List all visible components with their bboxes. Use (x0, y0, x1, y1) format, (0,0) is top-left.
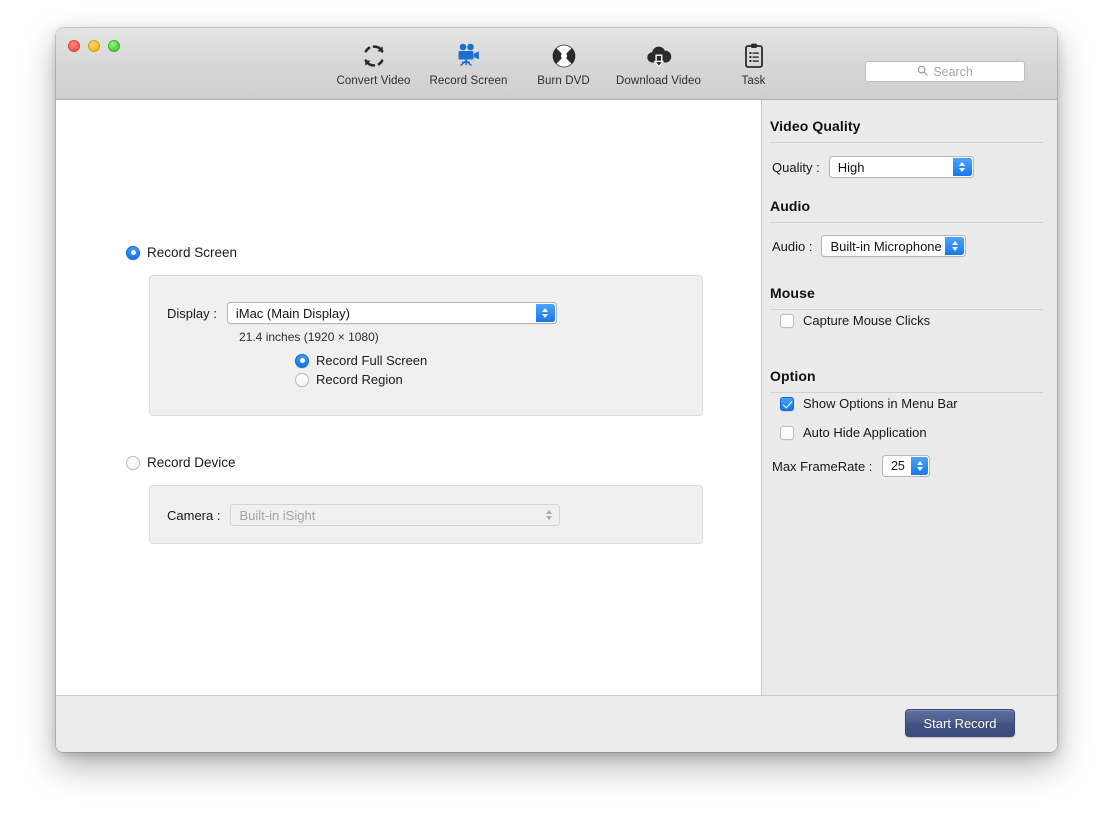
toolbar-item-convert-video[interactable]: Convert Video (326, 36, 421, 87)
toolbar-item-label: Download Video (616, 75, 701, 87)
settings-sidebar: Video Quality Quality : High Audio Audio… (762, 100, 1057, 695)
search-icon (917, 63, 928, 81)
record-screen-icon (454, 40, 484, 72)
section-divider (770, 309, 1043, 310)
capture-mouse-clicks-label: Capture Mouse Clicks (803, 313, 931, 328)
max-framerate-stepper[interactable]: 25 (882, 455, 931, 477)
max-framerate-row: Max FrameRate : 25 (772, 455, 931, 477)
toolbar-item-download-video[interactable]: Download Video (611, 36, 706, 87)
audio-select-value: Built-in Microphone (830, 238, 942, 254)
record-device-label: Record Device (147, 455, 236, 470)
toolbar-item-burn-dvd[interactable]: Burn DVD (516, 36, 611, 87)
window-body: Record Screen Display : iMac (Main Displ… (56, 100, 1057, 695)
section-title-mouse: Mouse (770, 285, 815, 301)
chevron-updown-icon (952, 158, 972, 176)
search-placeholder: Search (933, 64, 973, 79)
section-title-audio: Audio (770, 198, 811, 214)
window-footer: Start Record (56, 695, 1057, 752)
section-divider (770, 222, 1043, 223)
camera-select-value: Built-in iSight (239, 507, 316, 523)
show-options-in-menu-bar-label: Show Options in Menu Bar (803, 396, 958, 411)
camera-select[interactable]: Built-in iSight (230, 504, 561, 526)
toolbar-item-record-screen[interactable]: Record Screen (421, 36, 516, 87)
toolbar-item-label: Record Screen (429, 75, 508, 87)
record-region-label: Record Region (316, 372, 403, 387)
toolbar-item-label: Convert Video (336, 75, 411, 87)
record-full-screen-radio[interactable]: Record Full Screen (295, 353, 427, 368)
chevron-updown-icon (535, 304, 555, 322)
camera-label: Camera : (167, 507, 221, 523)
radio-indicator-off (126, 455, 140, 470)
burn-dvd-icon (551, 40, 577, 72)
main-content: Record Screen Display : iMac (Main Displ… (56, 100, 762, 695)
toolbar-item-task[interactable]: Task (706, 36, 801, 87)
record-region-radio[interactable]: Record Region (295, 372, 427, 387)
show-options-in-menu-bar-checkbox[interactable]: Show Options in Menu Bar (780, 396, 958, 411)
record-screen-label: Record Screen (147, 245, 238, 260)
checkbox-indicator-on (780, 396, 794, 411)
capture-mouse-clicks-checkbox[interactable]: Capture Mouse Clicks (780, 313, 930, 328)
radio-indicator-on (126, 245, 140, 260)
display-settings-panel: Display : iMac (Main Display) 21.4 inche… (149, 275, 703, 416)
convert-video-icon (360, 40, 388, 72)
app-window: Convert Video Record Screen Burn DVD Dow… (56, 28, 1057, 752)
camera-settings-panel: Camera : Built-in iSight (149, 485, 703, 544)
window-toolbar: Convert Video Record Screen Burn DVD Dow… (56, 28, 1057, 100)
chevron-updown-icon (911, 457, 929, 475)
record-mode-radio-group: Record Full Screen Record Region (295, 353, 427, 387)
chevron-updown-icon (945, 237, 965, 255)
audio-label: Audio : (772, 238, 813, 254)
radio-indicator-on (295, 353, 309, 368)
audio-select[interactable]: Built-in Microphone (821, 235, 967, 257)
toolbar-item-label: Burn DVD (537, 75, 590, 87)
screenshot-root: Convert Video Record Screen Burn DVD Dow… (0, 0, 1112, 834)
quality-label: Quality : (772, 159, 820, 175)
auto-hide-application-checkbox[interactable]: Auto Hide Application (780, 425, 927, 440)
minimize-button[interactable] (88, 40, 100, 52)
quality-select-value: High (837, 159, 865, 175)
record-device-radio[interactable]: Record Device (126, 455, 236, 470)
camera-field-row: Camera : Built-in iSight (167, 504, 561, 526)
display-field-row: Display : iMac (Main Display) (167, 302, 557, 324)
display-select[interactable]: iMac (Main Display) (226, 302, 557, 324)
checkbox-indicator-off (780, 425, 794, 440)
quality-select[interactable]: High (828, 156, 974, 178)
search-input[interactable]: Search (865, 61, 1025, 82)
display-resolution-info: 21.4 inches (1920 × 1080) (239, 330, 379, 344)
display-select-value: iMac (Main Display) (235, 305, 350, 321)
section-title-option: Option (770, 368, 816, 384)
toolbar-item-label: Task (741, 75, 766, 87)
auto-hide-application-label: Auto Hide Application (803, 425, 927, 440)
start-record-button[interactable]: Start Record (905, 709, 1015, 737)
section-title-video-quality: Video Quality (770, 118, 861, 134)
section-divider (770, 392, 1043, 393)
traffic-lights (68, 40, 120, 52)
record-screen-radio[interactable]: Record Screen (126, 245, 237, 260)
download-video-icon (644, 40, 674, 72)
maximize-button[interactable] (108, 40, 120, 52)
section-divider (770, 142, 1043, 143)
task-icon (742, 40, 766, 72)
radio-indicator-off (295, 372, 309, 387)
display-label: Display : (167, 305, 217, 321)
toolbar-items: Convert Video Record Screen Burn DVD Dow… (326, 36, 801, 87)
max-framerate-label: Max FrameRate : (772, 458, 873, 474)
checkbox-indicator-off (780, 313, 794, 328)
record-full-screen-label: Record Full Screen (316, 353, 428, 368)
chevron-updown-icon (539, 506, 558, 524)
close-button[interactable] (68, 40, 80, 52)
quality-field-row: Quality : High (772, 156, 974, 178)
audio-field-row: Audio : Built-in Microphone (772, 235, 967, 257)
